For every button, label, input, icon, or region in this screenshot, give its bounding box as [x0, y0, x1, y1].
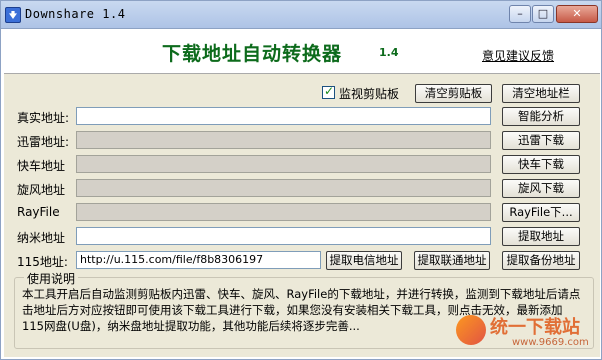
real-address-label: 真实地址:: [17, 111, 70, 125]
window-title: Downshare 1.4: [25, 7, 126, 21]
flashget-address-label: 快车地址: [17, 159, 66, 173]
rayfile-address-label: RayFile: [17, 205, 60, 219]
watermark-site: www.9669.com: [512, 337, 589, 348]
u115-address-input[interactable]: http://u.115.com/file/f8b8306197: [76, 251, 321, 269]
checkbox-checked-icon[interactable]: [322, 84, 335, 99]
qqxf-address-input: [76, 179, 491, 197]
namipan-address-input[interactable]: [76, 227, 491, 245]
banner-title: 下载地址自动转换器: [162, 43, 343, 65]
qqxf-address-label: 旋风地址: [17, 183, 66, 197]
thunder-address-input: [76, 131, 491, 149]
feedback-link[interactable]: 意见建议反馈: [482, 47, 554, 64]
namipan-address-label: 纳米地址: [17, 231, 66, 245]
app-window: Downshare 1.4 – □ ✕ 下载地址自动转换器 1.4 意见建议反馈…: [0, 0, 602, 360]
flashget-download-button[interactable]: 快车下载: [502, 155, 580, 174]
extract-address-button[interactable]: 提取地址: [502, 227, 580, 246]
thunder-download-button[interactable]: 迅雷下载: [502, 131, 580, 150]
title-bar[interactable]: Downshare 1.4 – □ ✕: [1, 1, 601, 29]
thunder-address-label: 迅雷地址:: [17, 135, 70, 149]
extract-unicom-button[interactable]: 提取联通地址: [414, 251, 490, 270]
site-watermark: 统一下载站 www.9669.com: [456, 311, 596, 353]
banner-version: 1.4: [379, 46, 399, 59]
client-area: 下载地址自动转换器 1.4 意见建议反馈 监视剪贴板 清空剪贴板 清空地址栏 真…: [4, 30, 600, 357]
watermark-logo-icon: [456, 315, 486, 345]
u115-address-label: 115地址:: [17, 255, 68, 269]
clear-clipboard-button[interactable]: 清空剪贴板: [415, 84, 492, 103]
usage-legend: 使用说明: [24, 270, 79, 287]
clear-address-bar-button[interactable]: 清空地址栏: [502, 84, 580, 103]
extract-backup-button[interactable]: 提取备份地址: [502, 251, 580, 270]
real-address-input[interactable]: [76, 107, 491, 125]
flashget-address-input: [76, 155, 491, 173]
banner: 下载地址自动转换器 1.4 意见建议反馈: [4, 30, 600, 74]
smart-analyze-button[interactable]: 智能分析: [502, 107, 580, 126]
watermark-text: 统一下载站: [490, 317, 580, 338]
monitor-clipboard-label: 监视剪贴板: [339, 87, 400, 101]
close-button[interactable]: ✕: [556, 5, 598, 23]
extract-telecom-button[interactable]: 提取电信地址: [326, 251, 402, 270]
rayfile-address-input: [76, 203, 491, 221]
rayfile-download-button[interactable]: RayFile下...: [502, 203, 580, 222]
maximize-button[interactable]: □: [532, 5, 554, 23]
minimize-button[interactable]: –: [509, 5, 531, 23]
app-icon: [5, 7, 21, 23]
qqxf-download-button[interactable]: 旋风下载: [502, 179, 580, 198]
